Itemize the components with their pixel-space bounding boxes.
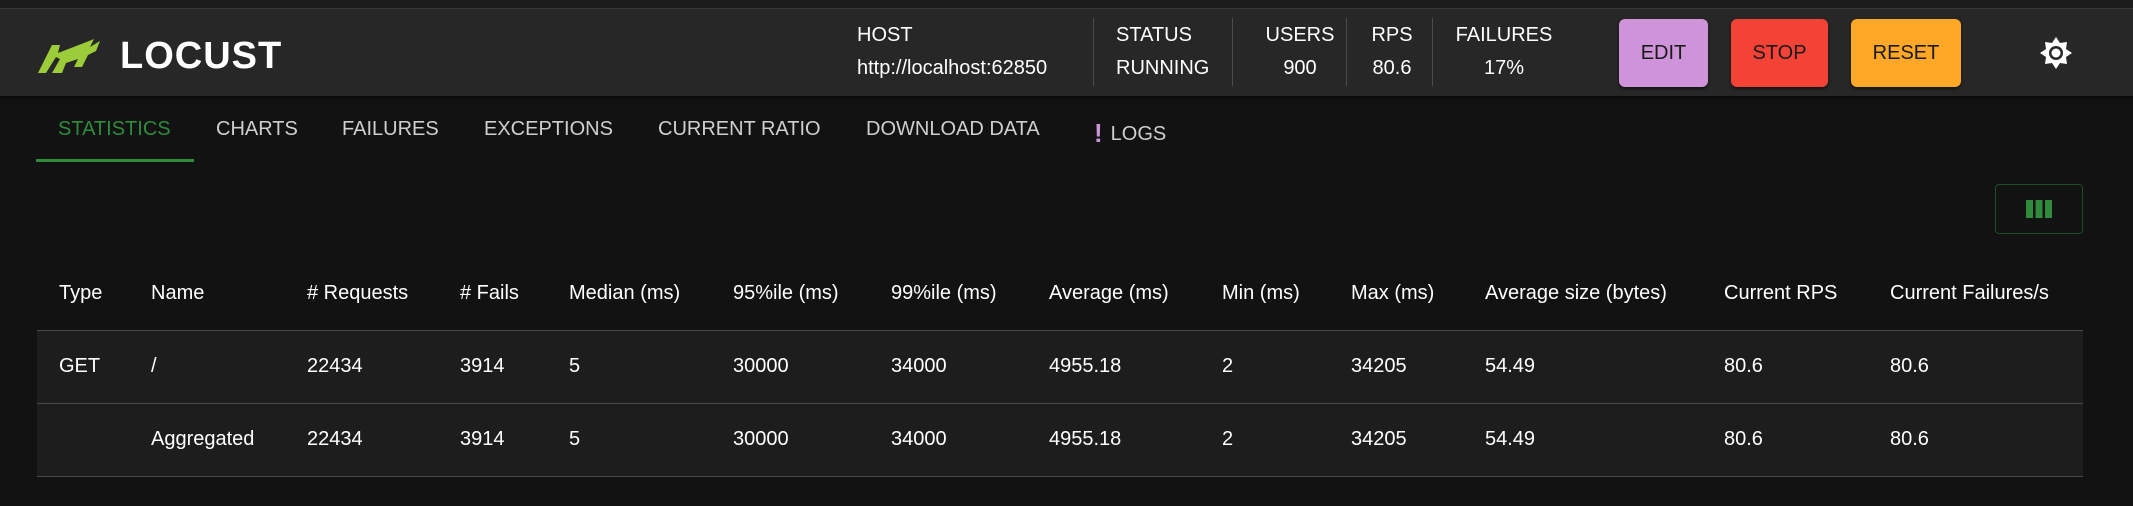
header-divider [1232, 18, 1233, 86]
statistics-table: Type Name # Requests # Fails Median (ms)… [37, 258, 2083, 477]
table-cell: 3914 [460, 428, 505, 450]
column-header[interactable]: Median (ms) [569, 282, 680, 305]
tab-logs[interactable]: ! LOGS [1094, 118, 1166, 149]
table-cell: 34000 [891, 428, 947, 450]
table-cell: 34205 [1351, 355, 1407, 377]
table-cell: GET [59, 355, 101, 377]
column-header[interactable]: # Requests [307, 282, 408, 305]
table-cell: 5 [569, 355, 581, 377]
table-cell: 80.6 [1724, 355, 1763, 377]
exclamation-icon: ! [1094, 118, 1103, 148]
table-cell: 4955.18 [1049, 355, 1122, 377]
failures-value: 17% [1483, 57, 1525, 79]
column-header[interactable]: 99%ile (ms) [891, 282, 997, 305]
table-cell: 80.6 [1724, 428, 1763, 450]
table-cell: 5 [569, 428, 581, 450]
status-stat: STATUS RUNNING [1116, 21, 1209, 85]
column-header[interactable]: Average size (bytes) [1485, 282, 1667, 305]
view-column-icon [2026, 200, 2052, 218]
table-cell: 22434 [307, 355, 363, 377]
table-cell: 80.6 [1890, 428, 1929, 450]
table-cell: Aggregated [151, 428, 255, 450]
table-cell: 30000 [733, 355, 789, 377]
table-cell: 34000 [891, 355, 947, 377]
grasshopper-icon [38, 38, 100, 73]
users-value: 900 [1283, 57, 1317, 79]
failures-label: FAILURES [1455, 24, 1553, 46]
brightness-icon [2040, 37, 2072, 69]
table-header-row: Type Name # Requests # Fails Median (ms)… [37, 258, 2083, 330]
table-row: Aggregated 22434 3914 5 30000 34000 4955… [37, 403, 2083, 477]
tab-charts[interactable]: CHARTS [216, 118, 298, 141]
failures-stat: FAILURES 17% [1454, 21, 1554, 85]
table-cell: 80.6 [1890, 355, 1929, 377]
tab-statistics[interactable]: STATISTICS [58, 118, 171, 141]
status-label: STATUS [1116, 24, 1192, 46]
tab-failures[interactable]: FAILURES [342, 118, 439, 141]
rps-stat: RPS 80.6 [1366, 21, 1418, 85]
column-header[interactable]: Name [151, 282, 204, 305]
column-header[interactable]: Current Failures/s [1890, 282, 2049, 305]
rps-value: 80.6 [1372, 57, 1412, 79]
status-value: RUNNING [1116, 57, 1210, 79]
window-top-edge [0, 0, 2133, 9]
column-header[interactable]: Type [59, 282, 102, 305]
rps-label: RPS [1371, 24, 1413, 46]
reset-button[interactable]: RESET [1851, 19, 1961, 87]
table-cell: / [151, 355, 157, 377]
header-divider [1093, 18, 1094, 86]
host-value: http://localhost:62850 [857, 57, 1048, 79]
header-divider [1346, 18, 1347, 86]
edit-button[interactable]: EDIT [1619, 19, 1708, 87]
header-divider [1432, 18, 1433, 86]
app-header: LOCUST HOST http://localhost:62850 STATU… [0, 9, 2133, 96]
table-cell: 2 [1222, 428, 1234, 450]
users-label: USERS [1265, 24, 1335, 46]
table-cell: 22434 [307, 428, 363, 450]
column-header[interactable]: Average (ms) [1049, 282, 1169, 305]
column-header[interactable]: # Fails [460, 282, 519, 305]
brand-name: LOCUST [120, 35, 283, 77]
table-cell: 30000 [733, 428, 789, 450]
theme-toggle-button[interactable] [2038, 35, 2074, 71]
column-selector-button[interactable] [1995, 184, 2083, 234]
host-label: HOST [857, 24, 913, 46]
column-header[interactable]: Min (ms) [1222, 282, 1300, 305]
table-cell: 3914 [460, 355, 505, 377]
users-stat: USERS 900 [1254, 21, 1346, 85]
active-tab-indicator [36, 159, 194, 162]
table-cell: 34205 [1351, 428, 1407, 450]
table-row: GET / 22434 3914 5 30000 34000 4955.18 2… [37, 330, 2083, 403]
table-cell: 2 [1222, 355, 1234, 377]
table-cell: 54.49 [1485, 428, 1536, 450]
column-header[interactable]: Current RPS [1724, 282, 1837, 305]
tab-download-data[interactable]: DOWNLOAD DATA [866, 118, 1040, 141]
column-header[interactable]: 95%ile (ms) [733, 282, 839, 305]
tab-current-ratio[interactable]: CURRENT RATIO [658, 118, 821, 141]
table-cell: 54.49 [1485, 355, 1536, 377]
stop-button[interactable]: STOP [1731, 19, 1828, 87]
tab-exceptions[interactable]: EXCEPTIONS [484, 118, 613, 141]
host-stat: HOST http://localhost:62850 [857, 21, 1047, 85]
tab-logs-label: LOGS [1110, 123, 1167, 145]
table-cell: 4955.18 [1049, 428, 1122, 450]
locust-logo[interactable]: LOCUST [36, 35, 282, 78]
column-header[interactable]: Max (ms) [1351, 282, 1434, 305]
